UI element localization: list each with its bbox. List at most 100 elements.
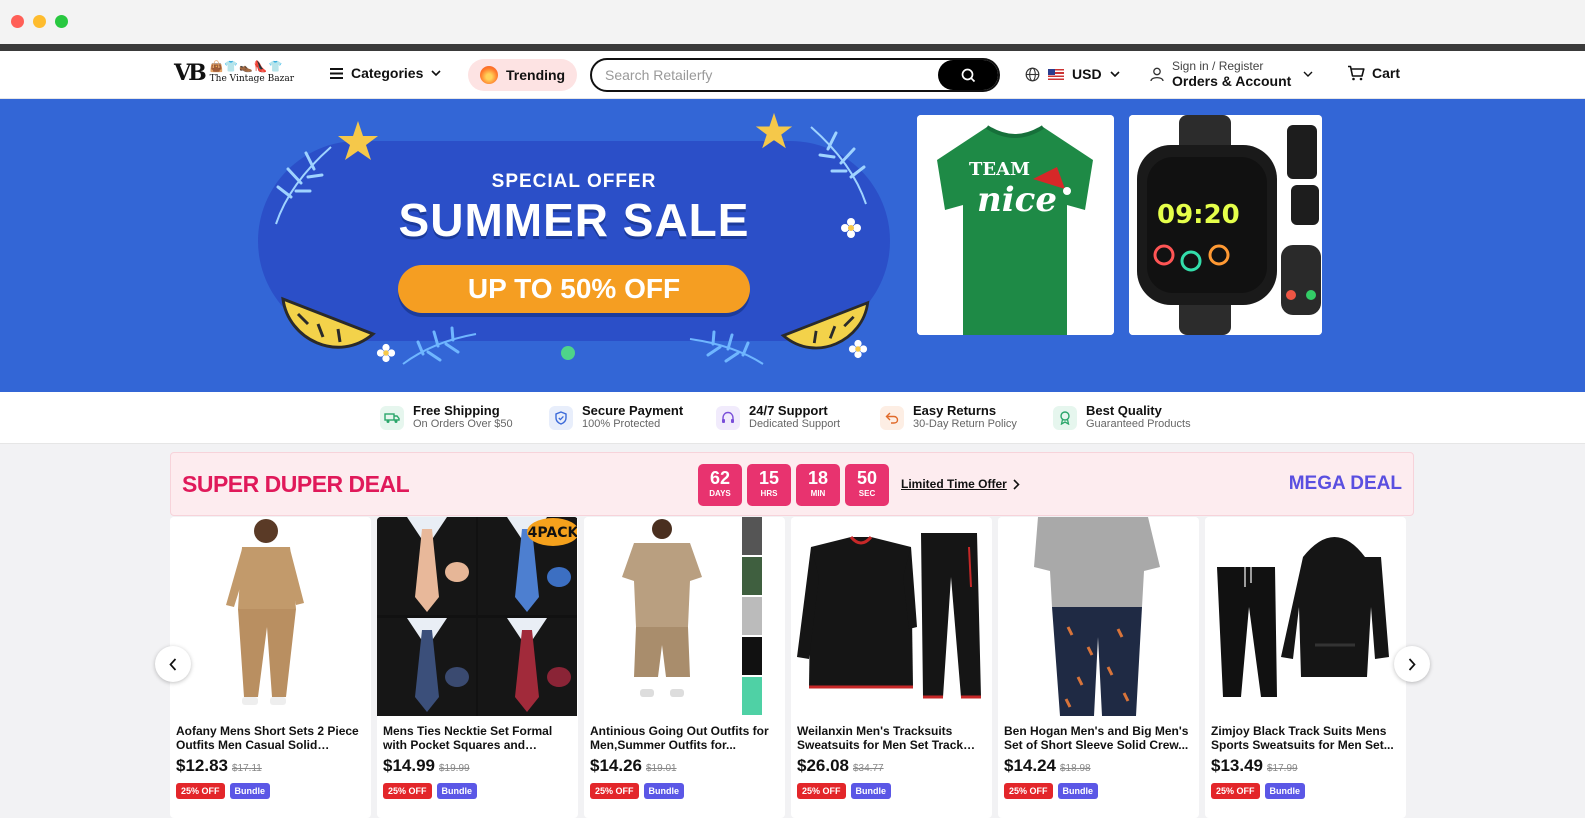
headphones-icon <box>716 405 740 430</box>
shield-icon <box>549 405 573 430</box>
product-name[interactable]: Mens Ties Necktie Set Formal with Pocket… <box>383 724 573 752</box>
product-image <box>1205 517 1405 716</box>
bundle-badge: Bundle <box>643 783 685 799</box>
timer-value: 50 <box>856 468 878 488</box>
feature-support: 24/7 Support Dedicated Support <box>716 404 840 431</box>
deal-title: SUPER DUPER DEAL <box>182 471 410 497</box>
fruit-slice-icon <box>281 296 376 349</box>
account-menu[interactable]: Sign in / Register Orders & Account <box>1150 59 1313 89</box>
chevron-down-icon <box>1303 71 1313 77</box>
product-badges: 25% OFF Bundle <box>797 783 892 799</box>
timer-value: 62 <box>709 468 731 488</box>
feature-subtitle: 100% Protected <box>582 418 661 430</box>
logo-mark: VB <box>174 60 207 86</box>
product-card[interactable]: 4PACK Mens Ties Necktie Set Formal with … <box>377 517 578 818</box>
feature-secure-payment: Secure Payment 100% Protected <box>549 404 683 431</box>
minimize-window-button[interactable] <box>33 15 46 28</box>
product-name[interactable]: Ben Hogan Men's and Big Men's Set of Sho… <box>1004 724 1194 752</box>
feature-title: Easy Returns <box>913 403 997 418</box>
us-flag-icon <box>1048 68 1064 80</box>
chevron-left-icon <box>169 657 177 671</box>
timer-label: SEC <box>858 489 876 498</box>
bundle-badge: Bundle <box>229 783 271 799</box>
summer-sale-promo: SPECIAL OFFER SUMMER SALE UP TO 50% OFF <box>258 112 890 369</box>
bundle-badge: Bundle <box>1264 783 1306 799</box>
mega-deal-label[interactable]: MEGA DEAL <box>1289 473 1402 495</box>
price: $14.24 <box>1004 756 1056 775</box>
feature-best-quality: Best Quality Guaranteed Products <box>1053 404 1191 431</box>
svg-text:09:20: 09:20 <box>1157 200 1240 230</box>
currency-selector[interactable]: USD <box>1025 66 1120 82</box>
tshirt-promo-image[interactable]: TEAM nice <box>917 115 1114 335</box>
star-decoration-icon <box>755 112 793 149</box>
old-price: $19.01 <box>646 763 677 774</box>
chevron-right-icon <box>1408 657 1416 671</box>
product-image <box>170 517 370 716</box>
price: $26.08 <box>797 756 849 775</box>
categories-menu[interactable]: Categories <box>330 65 441 81</box>
product-badges: 25% OFF Bundle <box>383 783 478 799</box>
product-card[interactable]: Antinious Going Out Outfits for Men,Summ… <box>584 517 785 818</box>
chevron-right-icon <box>1013 478 1020 490</box>
product-card[interactable]: Aofany Mens Short Sets 2 Piece Outfits M… <box>170 517 371 818</box>
menu-icon <box>330 67 343 79</box>
chevron-down-icon <box>431 69 441 76</box>
product-name[interactable]: Antinious Going Out Outfits for Men,Summ… <box>590 724 780 752</box>
product-name[interactable]: Zimjoy Black Track Suits Mens Sports Swe… <box>1211 724 1401 752</box>
feature-subtitle: Dedicated Support <box>749 418 841 430</box>
product-card[interactable]: Zimjoy Black Track Suits Mens Sports Swe… <box>1205 517 1406 818</box>
feature-free-shipping: Free Shipping On Orders Over $50 <box>380 404 513 431</box>
carousel-next-button[interactable] <box>1394 646 1430 682</box>
site-header: VB 👜👕👞👠👕 The Vintage Bazar Categories Tr… <box>0 51 1585 99</box>
old-price: $19.99 <box>439 763 470 774</box>
svg-text:nice: nice <box>977 180 1057 220</box>
search-bar <box>590 58 1000 92</box>
feature-easy-returns: Easy Returns 30-Day Return Policy <box>880 404 1017 431</box>
product-name[interactable]: Aofany Mens Short Sets 2 Piece Outfits M… <box>176 724 366 752</box>
bundle-badge: Bundle <box>436 783 478 799</box>
feature-subtitle: 30-Day Return Policy <box>913 418 1017 430</box>
star-decoration-icon <box>338 121 378 160</box>
product-image <box>791 517 991 716</box>
title-bar <box>0 0 1585 44</box>
search-input[interactable] <box>592 67 938 83</box>
hero-banner[interactable]: SPECIAL OFFER SUMMER SALE UP TO 50% OFF … <box>0 99 1585 392</box>
discount-badge: 25% OFF <box>176 783 225 799</box>
timer-label: DAYS <box>709 489 731 498</box>
site-logo[interactable]: VB 👜👕👞👠👕 The Vintage Bazar <box>174 60 294 86</box>
timer-hours: 15 HRS <box>747 464 791 506</box>
timer-minutes: 18 MIN <box>796 464 840 506</box>
product-card[interactable]: Ben Hogan Men's and Big Men's Set of Sho… <box>998 517 1199 818</box>
product-badges: 25% OFF Bundle <box>1211 783 1306 799</box>
green-tshirt-icon: TEAM nice <box>917 115 1114 335</box>
cart-label: Cart <box>1372 65 1401 81</box>
close-window-button[interactable] <box>11 15 24 28</box>
globe-icon <box>1025 67 1040 81</box>
award-icon <box>1053 405 1077 430</box>
product-name[interactable]: Weilanxin Men's Tracksuits Sweatsuits fo… <box>797 724 987 752</box>
product-card[interactable]: Weilanxin Men's Tracksuits Sweatsuits fo… <box>791 517 992 818</box>
maximize-window-button[interactable] <box>55 15 68 28</box>
orders-account-label: Orders & Account <box>1172 73 1292 89</box>
product-badges: 25% OFF Bundle <box>1004 783 1099 799</box>
dot-decoration-icon <box>561 346 575 360</box>
sign-in-link[interactable]: Sign in / Register <box>1172 59 1291 73</box>
search-button[interactable] <box>938 60 998 90</box>
old-price: $34.77 <box>853 763 884 774</box>
smartwatch-promo-image[interactable]: 09:20 <box>1129 115 1322 335</box>
cart-button[interactable]: Cart <box>1347 65 1400 81</box>
limited-offer-link[interactable]: Limited Time Offer <box>901 477 1020 491</box>
smartwatch-icon: 09:20 <box>1129 115 1322 335</box>
price: $14.26 <box>590 756 642 775</box>
product-image <box>584 517 784 716</box>
feature-title: Best Quality <box>1086 403 1162 418</box>
carousel-prev-button[interactable] <box>155 646 191 682</box>
feature-title: Secure Payment <box>582 403 684 418</box>
trending-button[interactable]: Trending <box>468 59 578 91</box>
pack-tag: 4PACK <box>528 525 577 541</box>
timer-value: 15 <box>758 468 780 488</box>
logo-icons: 👜👕👞👠👕 <box>209 61 284 73</box>
discount-badge: 25% OFF <box>383 783 432 799</box>
price: $14.99 <box>383 756 435 775</box>
leaf-decoration-icon <box>689 330 764 365</box>
